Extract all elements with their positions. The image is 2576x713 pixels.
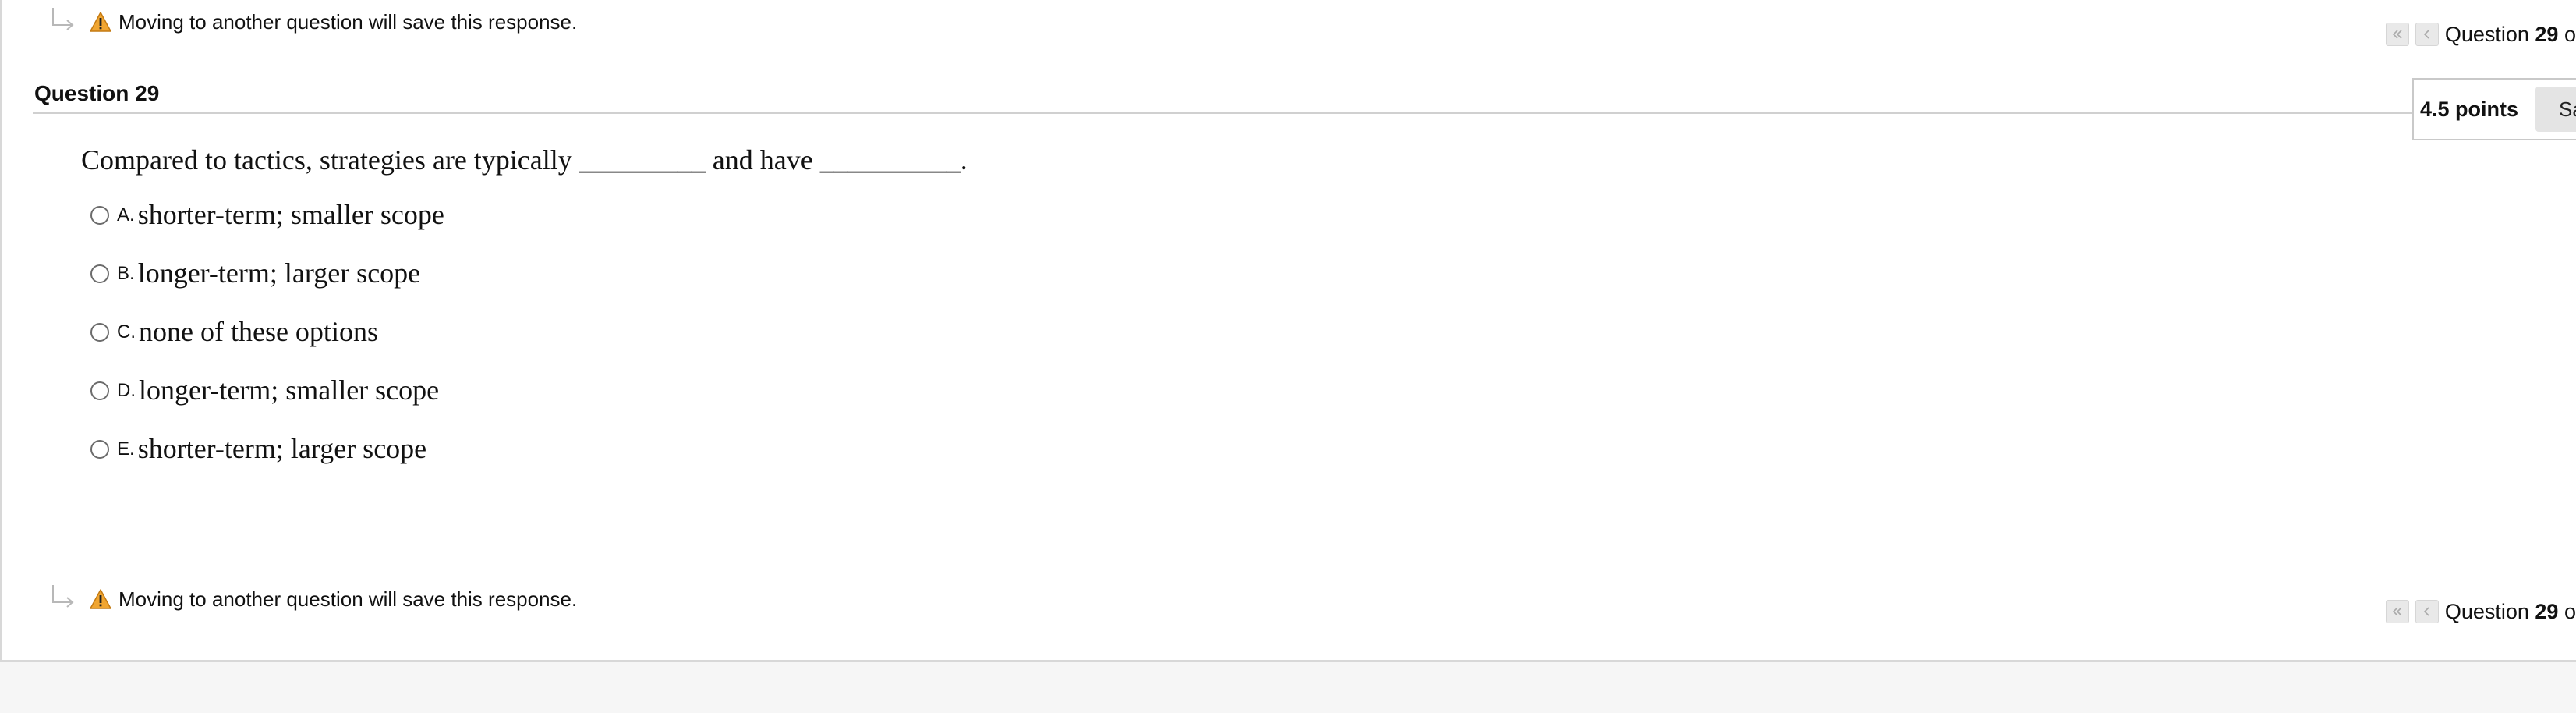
option-d[interactable]: D. longer-term; smaller scope bbox=[90, 374, 444, 432]
option-text[interactable]: none of these options bbox=[139, 315, 378, 348]
option-letter: D. bbox=[117, 380, 136, 401]
header-divider bbox=[33, 112, 2576, 114]
radio-button[interactable] bbox=[90, 264, 109, 283]
double-chevron-left-icon bbox=[2392, 607, 2402, 616]
return-arrow-icon bbox=[52, 585, 74, 608]
question-position-number: 29 bbox=[2535, 22, 2559, 46]
option-letter: C. bbox=[117, 321, 136, 342]
radio-button[interactable] bbox=[90, 206, 109, 225]
option-letter: E. bbox=[117, 438, 135, 459]
warning-icon bbox=[90, 12, 111, 32]
save-notice-bottom: Moving to another question will save thi… bbox=[50, 584, 577, 615]
option-b[interactable]: B. longer-term; larger scope bbox=[90, 257, 444, 315]
question-nav-top: Question 29 o bbox=[2385, 19, 2576, 50]
radio-button[interactable] bbox=[90, 440, 109, 459]
save-answer-button[interactable]: Sav bbox=[2535, 87, 2576, 132]
option-a[interactable]: A. shorter-term; smaller scope bbox=[90, 198, 444, 257]
save-notice-text: Moving to another question will save thi… bbox=[119, 9, 578, 34]
points-box: 4.5 points Sav bbox=[2412, 78, 2576, 140]
question-position-number: 29 bbox=[2535, 599, 2559, 623]
chevron-left-icon bbox=[2423, 30, 2429, 39]
question-points: 4.5 points bbox=[2420, 97, 2519, 121]
answer-options: A. shorter-term; smaller scope B. longer… bbox=[90, 198, 444, 491]
option-text[interactable]: shorter-term; smaller scope bbox=[138, 198, 444, 231]
option-letter: A. bbox=[117, 204, 135, 225]
return-arrow-icon bbox=[52, 8, 74, 30]
question-position: Question 29 o bbox=[2445, 23, 2576, 47]
previous-question-button[interactable] bbox=[2415, 23, 2439, 46]
question-nav-bottom: Question 29 o bbox=[2385, 596, 2576, 627]
question-position: Question 29 o bbox=[2445, 600, 2576, 624]
first-question-button[interactable] bbox=[2385, 23, 2409, 46]
question-title: Question 29 bbox=[34, 81, 160, 105]
previous-question-button[interactable] bbox=[2415, 600, 2439, 623]
double-chevron-left-icon bbox=[2392, 30, 2402, 39]
question-panel: Moving to another question will save thi… bbox=[0, 0, 2576, 662]
save-notice-top: Moving to another question will save thi… bbox=[50, 6, 577, 37]
warning-icon bbox=[90, 589, 111, 609]
option-text[interactable]: longer-term; smaller scope bbox=[139, 374, 439, 406]
option-c[interactable]: C. none of these options bbox=[90, 315, 444, 374]
chevron-left-icon bbox=[2423, 607, 2429, 616]
option-text[interactable]: shorter-term; larger scope bbox=[138, 432, 426, 465]
question-position-suffix: o bbox=[2564, 599, 2576, 623]
radio-button[interactable] bbox=[90, 323, 109, 342]
save-notice-text: Moving to another question will save thi… bbox=[119, 587, 578, 611]
radio-button[interactable] bbox=[90, 381, 109, 400]
option-text[interactable]: longer-term; larger scope bbox=[138, 257, 420, 289]
option-e[interactable]: E. shorter-term; larger scope bbox=[90, 432, 444, 491]
option-letter: B. bbox=[117, 263, 135, 284]
question-position-suffix: o bbox=[2564, 22, 2576, 46]
question-text: Compared to tactics, strategies are typi… bbox=[81, 144, 968, 176]
question-position-label: Question bbox=[2444, 599, 2529, 623]
first-question-button[interactable] bbox=[2385, 600, 2409, 623]
question-position-label: Question bbox=[2444, 22, 2529, 46]
